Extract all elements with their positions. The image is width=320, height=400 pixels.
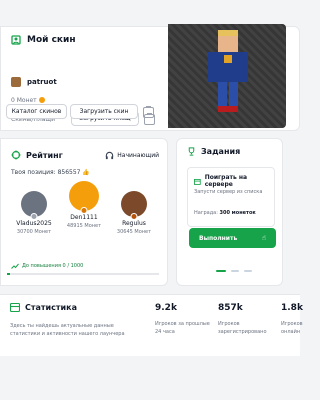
leader-third[interactable]: Regulus 30645 Монет bbox=[107, 191, 161, 235]
rank-3-icon bbox=[130, 213, 138, 220]
stat-players-24h: 9.2k Игроков за прошлые 24 часа bbox=[155, 303, 210, 335]
trophy-icon bbox=[188, 147, 195, 156]
promotion-progress-fill bbox=[7, 273, 11, 275]
calendar-icon bbox=[194, 178, 201, 185]
rating-icon bbox=[11, 150, 21, 160]
rating-title: Рейтинг bbox=[11, 150, 63, 160]
stat-players-online: 1.8k Игроков онлайн bbox=[281, 303, 303, 335]
promotion-progress-bar bbox=[7, 273, 159, 275]
skin-catalog-button[interactable]: Каталог скинов bbox=[6, 104, 67, 119]
avatar bbox=[21, 191, 47, 220]
task-name: Поиграть на сервере bbox=[194, 174, 274, 188]
carousel-dot[interactable] bbox=[244, 270, 252, 272]
avatar bbox=[11, 77, 21, 87]
avatar bbox=[121, 191, 147, 220]
leader-first[interactable]: Den1111 48915 Монет bbox=[57, 181, 111, 229]
skin-hair bbox=[218, 30, 238, 36]
task-item[interactable]: Поиграть на сервере Запусти сервер из сп… bbox=[187, 167, 275, 227]
trend-up-icon bbox=[11, 263, 19, 269]
skin-card-title: Мой скин bbox=[11, 35, 76, 45]
coin-icon bbox=[38, 97, 45, 103]
statistics-section: Статистика Здесь ты найдешь актуальные д… bbox=[0, 294, 303, 356]
coins-balance: 0 Монет bbox=[11, 97, 45, 104]
statistics-description: Здесь ты найдешь актуальные данные стати… bbox=[10, 323, 125, 337]
upload-skin-button[interactable]: Загрузить скин bbox=[70, 104, 138, 119]
rank-2-icon bbox=[30, 213, 38, 220]
your-position: Твоя позиция: 856557 👍 bbox=[11, 169, 90, 176]
stats-icon bbox=[10, 303, 20, 312]
rank-1-icon bbox=[80, 207, 88, 214]
carousel-dot[interactable] bbox=[231, 270, 239, 272]
promotion-progress-label: До повышения 0 / 1000 bbox=[11, 263, 83, 269]
tasks-card: Задания Поиграть на сервере Запусти серв… bbox=[176, 138, 283, 286]
rank-badge: Начинающий bbox=[105, 151, 159, 160]
user-row: patruot bbox=[11, 77, 57, 87]
carousel-dot[interactable] bbox=[216, 270, 226, 272]
skin-emblem bbox=[224, 55, 232, 63]
avatar bbox=[69, 181, 99, 214]
rating-card: Рейтинг Начинающий Твоя позиция: 856557 … bbox=[0, 138, 168, 286]
hand-pointer-icon: ☝ bbox=[261, 234, 266, 242]
skin-left-arm bbox=[208, 52, 214, 82]
username: patruot bbox=[27, 78, 57, 86]
leader-second[interactable]: Vladus2025 30700 Монет bbox=[7, 191, 61, 235]
skin-right-arm bbox=[242, 52, 248, 82]
trash-icon[interactable] bbox=[143, 106, 154, 118]
headphones-icon bbox=[106, 151, 114, 160]
task-reward: Награда: 300 монеток bbox=[194, 210, 256, 216]
skin-boots bbox=[218, 106, 238, 112]
tasks-title: Задания bbox=[187, 147, 240, 156]
task-description: Запусти сервер из списка bbox=[194, 189, 263, 195]
statistics-title: Статистика bbox=[10, 303, 77, 312]
skin-preview[interactable] bbox=[168, 24, 286, 128]
skin-icon bbox=[11, 35, 21, 45]
thumbs-up-icon: 👍 bbox=[82, 169, 90, 176]
carousel-dots[interactable] bbox=[216, 270, 252, 272]
stat-players-registered: 857k Игроков зарегистрировано bbox=[218, 303, 267, 335]
complete-task-button[interactable]: Выполнить ☝ bbox=[189, 228, 276, 248]
